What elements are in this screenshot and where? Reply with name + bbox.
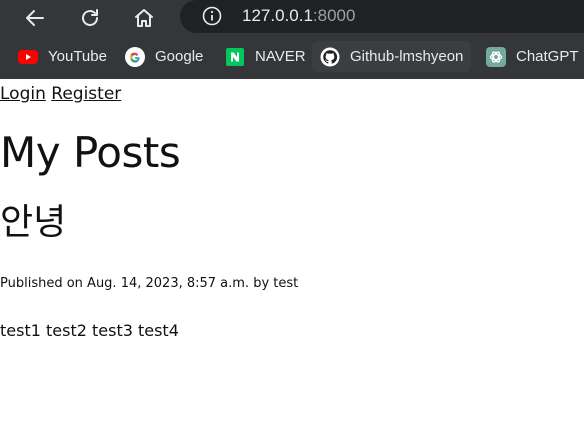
reload-icon <box>78 6 102 30</box>
post-body: test1 test2 test3 test4 <box>0 321 179 340</box>
home-button[interactable] <box>129 3 159 33</box>
page-content: Login Register My Posts 안녕 Published on … <box>0 79 584 431</box>
url-host: 127.0.0.1 <box>242 6 313 25</box>
info-icon[interactable] <box>202 6 222 26</box>
bookmark-naver[interactable]: NAVER <box>225 41 306 72</box>
login-link[interactable]: Login <box>0 84 46 104</box>
youtube-icon <box>18 47 38 67</box>
bookmark-google[interactable]: Google <box>125 41 203 72</box>
browser-toolbar: 127.0.0.1:8000 <box>0 0 584 36</box>
register-link[interactable]: Register <box>51 84 121 104</box>
google-icon <box>125 46 145 67</box>
naver-icon <box>225 47 245 67</box>
post-title: 안녕 <box>0 202 67 243</box>
bookmark-label: Github-lmshyeon <box>350 48 464 65</box>
page-title: My Posts <box>0 128 181 177</box>
home-icon <box>132 6 156 30</box>
bookmark-youtube[interactable]: YouTube <box>18 41 107 72</box>
back-button[interactable] <box>20 3 50 33</box>
url-text[interactable]: 127.0.0.1:8000 <box>242 6 355 26</box>
bookmark-chatgpt[interactable]: ChatGPT <box>486 41 579 72</box>
back-arrow-icon <box>23 6 47 30</box>
bookmark-label: NAVER <box>255 48 306 65</box>
site-nav: Login Register <box>0 83 121 105</box>
post-meta: Published on Aug. 14, 2023, 8:57 a.m. by… <box>0 276 299 291</box>
reload-button[interactable] <box>75 3 105 33</box>
bookmark-github[interactable]: Github-lmshyeon <box>312 41 472 72</box>
bookmarks-bar: YouTube Google NAVER Github-lmshyeon Cha… <box>0 36 584 79</box>
address-bar[interactable]: 127.0.0.1:8000 <box>180 0 584 33</box>
chatgpt-icon <box>486 46 506 67</box>
bookmark-label: YouTube <box>48 48 107 65</box>
url-port: :8000 <box>312 6 356 25</box>
bookmark-label: Google <box>155 48 204 65</box>
bookmark-label: ChatGPT <box>516 48 579 65</box>
github-icon <box>320 47 340 67</box>
